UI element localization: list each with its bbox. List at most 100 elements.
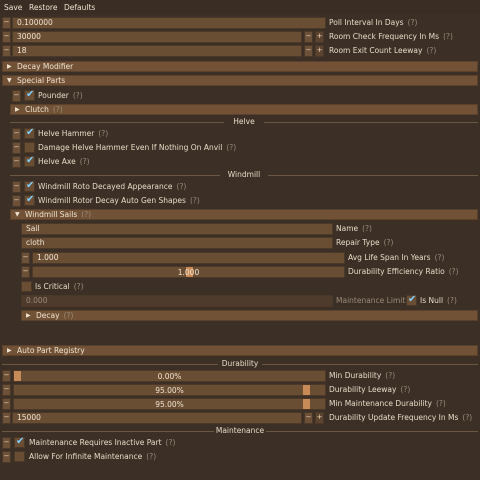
help-icon[interactable]: (?) [449, 267, 459, 276]
decay-modifier-header[interactable]: ▶ Decay Modifier [2, 61, 478, 72]
pounder-label: Pounder [38, 91, 69, 100]
help-icon[interactable]: (?) [384, 238, 394, 247]
help-icon[interactable]: (?) [74, 282, 84, 291]
efficiency-slider[interactable]: 1.000 [32, 266, 345, 278]
expand-triangle-icon: ▶ [26, 312, 31, 319]
stepper-plus-button[interactable]: + [315, 45, 324, 57]
durability-leeway-row: − 95.00% Durability Leeway (?) [0, 384, 480, 396]
decrement-button[interactable]: − [2, 45, 11, 57]
room-exit-input[interactable]: 18 [12, 45, 302, 57]
life-span-input[interactable]: 1.000 [32, 252, 345, 264]
decrement-button[interactable]: − [2, 31, 11, 43]
decrement-button[interactable]: − [12, 90, 21, 102]
helve-axe-checkbox[interactable]: ✔ [24, 155, 35, 167]
help-icon[interactable]: (?) [436, 399, 446, 408]
maint-inactive-checkbox[interactable]: ✔ [14, 436, 25, 448]
decrement-button[interactable]: − [2, 17, 11, 29]
sail-name-input[interactable]: Sail [21, 223, 333, 235]
stepper-plus-button[interactable]: + [315, 31, 324, 43]
room-check-input[interactable]: 30000 [12, 31, 302, 43]
menu-save[interactable]: Save [4, 3, 22, 12]
stepper-minus-button[interactable]: − [304, 412, 313, 424]
decrement-button[interactable]: − [2, 451, 11, 463]
poll-interval-input[interactable]: 0.100000 [12, 17, 326, 29]
help-icon[interactable]: (?) [408, 18, 418, 27]
collapse-triangle-icon: ▼ [7, 77, 12, 84]
stepper-plus-button[interactable]: + [315, 412, 324, 424]
help-icon[interactable]: (?) [80, 157, 90, 166]
decrement-button[interactable]: − [12, 195, 21, 207]
help-icon[interactable]: (?) [447, 296, 457, 305]
help-icon[interactable]: (?) [226, 143, 236, 152]
is-null-checkbox[interactable]: ✔ [406, 294, 417, 306]
repair-type-label: Repair Type [336, 238, 380, 247]
helve-hammer-row: − ✔ Helve Hammer (?) [0, 127, 480, 140]
help-icon[interactable]: (?) [166, 438, 176, 447]
windmill-roto-checkbox[interactable]: ✔ [24, 180, 35, 192]
decrement-button[interactable]: − [2, 398, 11, 410]
decrement-button[interactable]: − [12, 181, 21, 193]
min-maintenance-slider[interactable]: 95.00% [13, 398, 326, 410]
check-icon: ✔ [26, 194, 35, 205]
min-maintenance-value: 95.00% [155, 400, 184, 409]
help-icon[interactable]: (?) [462, 413, 472, 422]
help-icon[interactable]: (?) [362, 224, 372, 233]
durability-leeway-slider[interactable]: 95.00% [13, 384, 326, 396]
auto-part-registry-header[interactable]: ▶ Auto Part Registry [2, 345, 478, 356]
is-critical-label: Is Critical [35, 282, 70, 291]
help-icon[interactable]: (?) [53, 105, 63, 114]
windmill-sails-label: Windmill Sails [25, 210, 78, 219]
decrement-button[interactable]: − [12, 142, 21, 154]
is-critical-checkbox[interactable] [21, 281, 32, 292]
help-icon[interactable]: (?) [146, 452, 156, 461]
decay-header[interactable]: ▶ Decay (?) [21, 310, 478, 321]
decrement-button[interactable]: − [12, 156, 21, 168]
helve-separator-text: Helve [233, 117, 255, 126]
help-icon[interactable]: (?) [400, 385, 410, 394]
stepper-minus-button[interactable]: − [304, 31, 313, 43]
help-icon[interactable]: (?) [73, 91, 83, 100]
stepper-minus-button[interactable]: − [304, 45, 313, 57]
efficiency-label: Durability Efficiency Ratio [348, 267, 445, 276]
special-parts-header[interactable]: ▼ Special Parts [2, 75, 478, 86]
min-durability-slider[interactable]: 0.00% [13, 370, 326, 382]
menu-restore[interactable]: Restore [29, 3, 57, 12]
decrement-button[interactable]: − [2, 384, 11, 396]
help-icon[interactable]: (?) [81, 210, 91, 219]
help-icon[interactable]: (?) [190, 196, 200, 205]
pounder-checkbox[interactable]: ✔ [24, 89, 35, 101]
decrement-button[interactable]: − [2, 412, 11, 424]
durability-leeway-label: Durability Leeway [329, 385, 397, 394]
repair-type-input[interactable]: cloth [21, 237, 333, 249]
update-frequency-input[interactable]: 15000 [12, 412, 302, 424]
is-critical-row: Is Critical (?) [0, 281, 480, 293]
windmill-sails-header[interactable]: ▼ Windmill Sails (?) [10, 209, 478, 220]
help-icon[interactable]: (?) [98, 129, 108, 138]
decrement-button[interactable]: − [2, 437, 11, 449]
windmill-roto-row: − ✔ Windmill Roto Decayed Appearance (?) [0, 180, 480, 193]
help-icon[interactable]: (?) [385, 371, 395, 380]
check-icon: ✔ [26, 180, 35, 191]
allow-infinite-checkbox[interactable] [14, 451, 25, 462]
help-icon[interactable]: (?) [426, 46, 436, 55]
help-icon[interactable]: (?) [443, 32, 453, 41]
helve-hammer-checkbox[interactable]: ✔ [24, 127, 35, 139]
min-maintenance-row: − 95.00% Min Maintenance Durability (?) [0, 398, 480, 410]
decrement-button[interactable]: − [12, 128, 21, 140]
clutch-header[interactable]: ▶ Clutch (?) [10, 104, 478, 115]
room-check-label: Room Check Frequency In Ms [329, 32, 440, 41]
check-icon: ✔ [408, 294, 417, 305]
help-icon[interactable]: (?) [177, 182, 187, 191]
help-icon[interactable]: (?) [435, 253, 445, 262]
life-span-label: Avg Life Span In Years [348, 253, 431, 262]
windmill-rotor-checkbox[interactable]: ✔ [24, 194, 35, 206]
help-icon[interactable]: (?) [64, 311, 74, 320]
allow-infinite-row: − Allow For Infinite Maintenance (?) [0, 451, 480, 463]
decrement-button[interactable]: − [21, 252, 30, 264]
decrement-button[interactable]: − [21, 266, 30, 278]
special-parts-label: Special Parts [17, 76, 66, 85]
maintenance-limit-input[interactable]: 0.000 [21, 295, 333, 307]
menu-defaults[interactable]: Defaults [64, 3, 95, 12]
damage-helve-checkbox[interactable] [24, 142, 35, 153]
decrement-button[interactable]: − [2, 370, 11, 382]
